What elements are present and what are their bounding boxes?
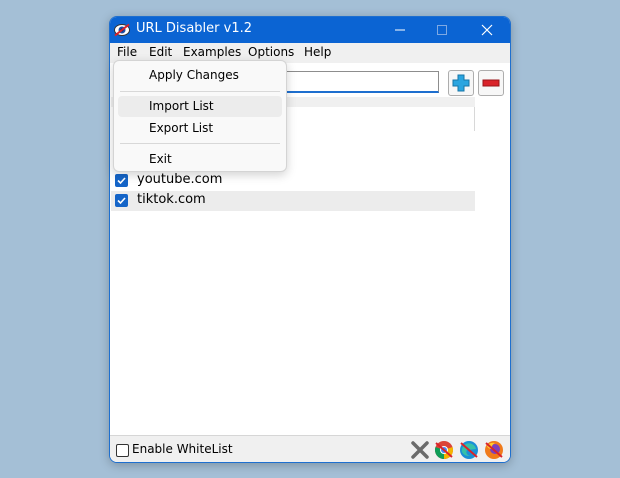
maximize-button[interactable] bbox=[422, 17, 462, 43]
menu-item-import-list[interactable]: Import List bbox=[118, 96, 282, 117]
file-menu-dropdown: Apply Changes Import List Export List Ex… bbox=[113, 60, 287, 172]
import-list-label: Import List bbox=[149, 99, 214, 113]
menu-item-apply-changes[interactable]: Apply Changes bbox=[118, 65, 282, 86]
item-label: youtube.com bbox=[137, 172, 223, 187]
list-item[interactable]: tiktok.com bbox=[111, 191, 475, 211]
menu-separator bbox=[120, 91, 280, 92]
edge-disabled-icon[interactable] bbox=[459, 440, 479, 460]
firefox-disabled-icon[interactable] bbox=[484, 440, 504, 460]
minimize-icon bbox=[395, 29, 405, 31]
list-item[interactable]: youtube.com bbox=[111, 171, 475, 191]
add-url-button[interactable] bbox=[448, 70, 474, 96]
title-bar[interactable]: URL Disabler v1.2 bbox=[110, 17, 510, 43]
apply-changes-label: Apply Changes bbox=[149, 68, 239, 82]
item-label: tiktok.com bbox=[137, 192, 206, 207]
menu-file[interactable]: File bbox=[117, 45, 137, 59]
menu-examples[interactable]: Examples bbox=[183, 45, 241, 59]
window-title: URL Disabler v1.2 bbox=[136, 21, 252, 36]
column-divider bbox=[474, 107, 475, 131]
whitelist-checkbox[interactable] bbox=[116, 444, 129, 457]
exit-label: Exit bbox=[149, 152, 172, 166]
menu-item-exit[interactable]: Exit bbox=[118, 149, 282, 170]
close-icon bbox=[481, 24, 493, 36]
minus-icon bbox=[482, 79, 500, 87]
item-checkbox[interactable] bbox=[115, 194, 128, 207]
item-checkbox[interactable] bbox=[115, 174, 128, 187]
close-button[interactable] bbox=[467, 17, 507, 43]
minimize-button[interactable] bbox=[380, 17, 420, 43]
menu-options[interactable]: Options bbox=[248, 45, 294, 59]
menu-separator bbox=[120, 143, 280, 144]
eye-disabled-icon bbox=[114, 22, 130, 37]
menu-edit[interactable]: Edit bbox=[149, 45, 172, 59]
check-icon bbox=[117, 177, 126, 185]
plus-icon bbox=[452, 74, 470, 92]
whitelist-label[interactable]: Enable WhiteList bbox=[132, 442, 233, 456]
menu-item-export-list[interactable]: Export List bbox=[118, 118, 282, 139]
chrome-disabled-icon[interactable] bbox=[434, 440, 454, 460]
status-bar: Enable WhiteList bbox=[110, 435, 510, 462]
clear-x-icon[interactable] bbox=[410, 440, 430, 460]
check-icon bbox=[117, 197, 126, 205]
menu-help[interactable]: Help bbox=[304, 45, 331, 59]
maximize-icon bbox=[437, 25, 447, 35]
remove-url-button[interactable] bbox=[478, 70, 504, 96]
export-list-label: Export List bbox=[149, 121, 214, 135]
